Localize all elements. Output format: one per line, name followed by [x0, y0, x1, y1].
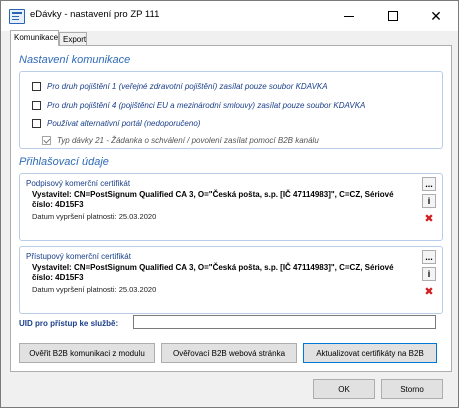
option-label: Typ dávky 21 - Žádanka o schválení / pov… [57, 136, 319, 145]
cert-expiry: Datum vypršení platnosti: 25.03.2020 [32, 285, 157, 294]
podpisovy-cert-group: Podpisový komerční certifikát Vystavitel… [19, 173, 443, 241]
option-kdavka-1[interactable]: Pro druh pojištění 1 (veřejné zdravotní … [32, 81, 328, 92]
cert-title: Přístupový komerční certifikát [26, 252, 131, 261]
window-title: eDávky - nastavení pro ZP 111 [30, 9, 160, 20]
komunikace-group: Pro druh pojištění 1 (veřejné zdravotní … [19, 71, 443, 149]
tab-komunikace[interactable]: Komunikace [10, 30, 59, 46]
section-title-komunikace: Nastavení komunikace [19, 54, 131, 66]
browse-button[interactable]: ... [422, 177, 436, 191]
tab-export[interactable]: Export [59, 32, 87, 46]
cert-issuer: Vystavitel: CN=PostSignum Qualified CA 3… [32, 190, 394, 209]
info-button[interactable]: i [422, 194, 436, 208]
close-icon: ✕ [430, 8, 442, 24]
maximize-button[interactable] [371, 1, 415, 31]
option-label: Pro druh pojištění 1 (veřejné zdravotní … [47, 82, 328, 91]
app-icon [9, 9, 25, 24]
maximize-icon [388, 11, 398, 21]
option-kdavka-4[interactable]: Pro druh pojištění 4 (pojištěnci EU a me… [32, 100, 365, 111]
minimize-button[interactable] [327, 1, 371, 31]
verify-b2b-button[interactable]: Ověřit B2B komunikaci z modulu [19, 343, 155, 363]
section-title-prihlasovaci: Přihlašovací údaje [19, 156, 109, 168]
cert-expiry: Datum vypršení platnosti: 25.03.2020 [32, 212, 157, 221]
option-label: Pro druh pojištění 4 (pojištěnci EU a me… [47, 101, 366, 110]
checkbox-checked[interactable] [42, 136, 51, 145]
update-certs-button[interactable]: Aktualizovat certifikáty na B2B [303, 343, 437, 363]
checkbox[interactable] [32, 101, 41, 110]
option-typ-davky-21[interactable]: Typ dávky 21 - Žádanka o schválení / pov… [42, 135, 319, 146]
minimize-icon [344, 15, 354, 17]
delete-icon[interactable]: ✖ [422, 211, 436, 225]
option-label: Používat alternativní portál (nedoporuče… [47, 119, 201, 128]
b2b-webpage-button[interactable]: Ověřovací B2B webová stránka [161, 343, 297, 363]
browse-button[interactable]: ... [422, 250, 436, 264]
cert-issuer: Vystavitel: CN=PostSignum Qualified CA 3… [32, 263, 394, 282]
info-button[interactable]: i [422, 267, 436, 281]
delete-icon[interactable]: ✖ [422, 284, 436, 298]
option-alternative-portal[interactable]: Používat alternativní portál (nedoporuče… [32, 118, 200, 129]
checkbox[interactable] [32, 119, 41, 128]
cert-title: Podpisový komerční certifikát [26, 179, 131, 188]
checkbox[interactable] [32, 82, 41, 91]
pristupovy-cert-group: Přístupový komerční certifikát Vystavite… [19, 246, 443, 314]
uid-label: UID pro přístup ke službě: [19, 319, 119, 328]
uid-input[interactable] [133, 315, 436, 329]
cancel-button[interactable]: Storno [381, 379, 443, 399]
ok-button[interactable]: OK [313, 379, 375, 399]
title-bar[interactable]: eDávky - nastavení pro ZP 111 ✕ [1, 1, 458, 31]
close-button[interactable]: ✕ [414, 1, 458, 31]
dialog-window: eDávky - nastavení pro ZP 111 ✕ Komunika… [0, 0, 459, 408]
